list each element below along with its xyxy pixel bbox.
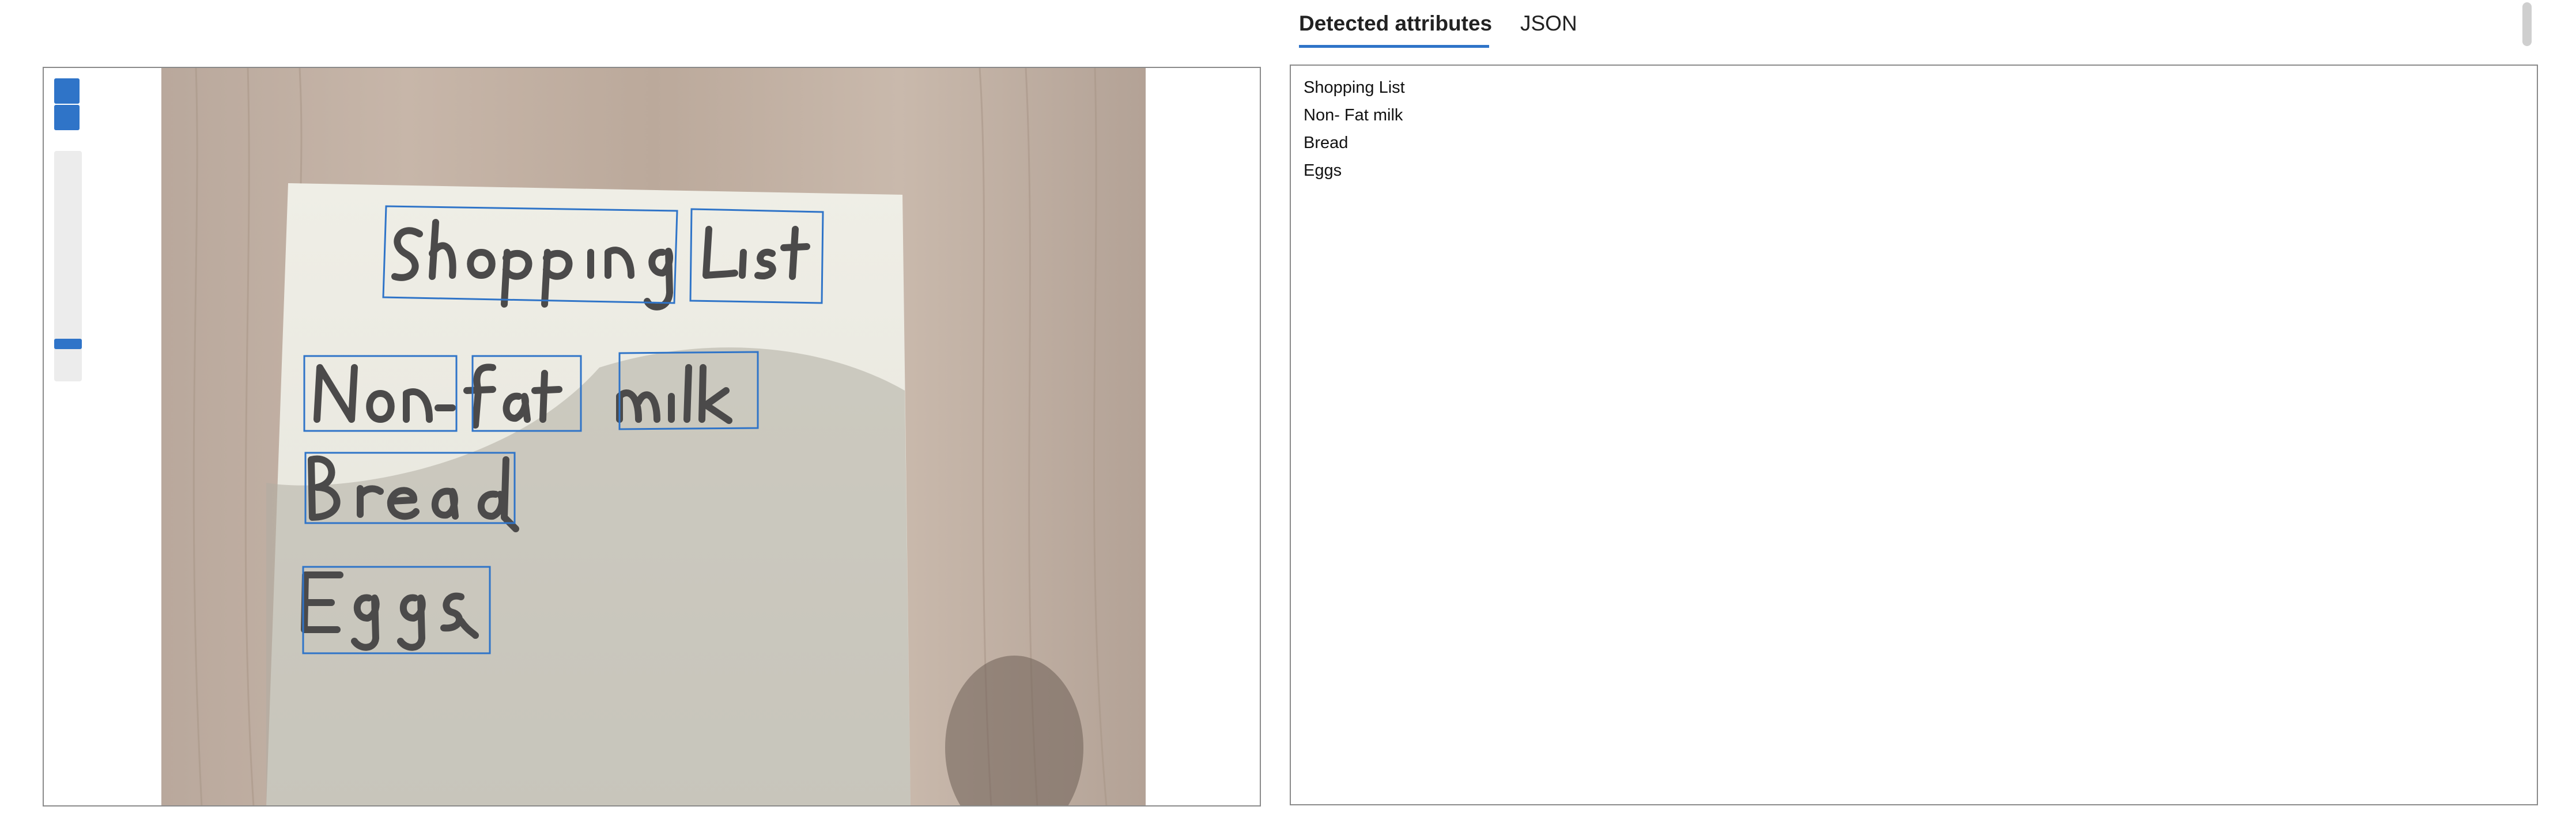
detected-line: Shopping List <box>1304 78 1405 97</box>
detected-line: Non- Fat milk <box>1304 106 1403 124</box>
active-tab-underline <box>1299 45 1489 48</box>
detected-lines-list: Shopping List Non- Fat milk Bread Eggs <box>1304 74 1405 184</box>
tab-json[interactable]: JSON <box>1520 12 1577 36</box>
image-viewer[interactable]: ShoppingListNon-FatmilkBreadEggs <box>43 67 1261 807</box>
zoom-in-button[interactable] <box>54 78 80 104</box>
analyzed-image: ShoppingListNon-FatmilkBreadEggs <box>161 68 1146 805</box>
zoom-toolbar <box>54 78 82 131</box>
zoom-slider-thumb[interactable] <box>54 339 82 349</box>
detected-attributes-panel: Shopping List Non- Fat milk Bread Eggs <box>1290 65 2538 805</box>
tab-detected-attributes[interactable]: Detected attributes <box>1299 12 1492 36</box>
detected-line: Eggs <box>1304 161 1342 180</box>
zoom-slider[interactable] <box>54 151 82 381</box>
page-scrollbar[interactable] <box>2522 2 2532 46</box>
zoom-out-button[interactable] <box>54 105 80 130</box>
detected-line: Bread <box>1304 134 1349 152</box>
